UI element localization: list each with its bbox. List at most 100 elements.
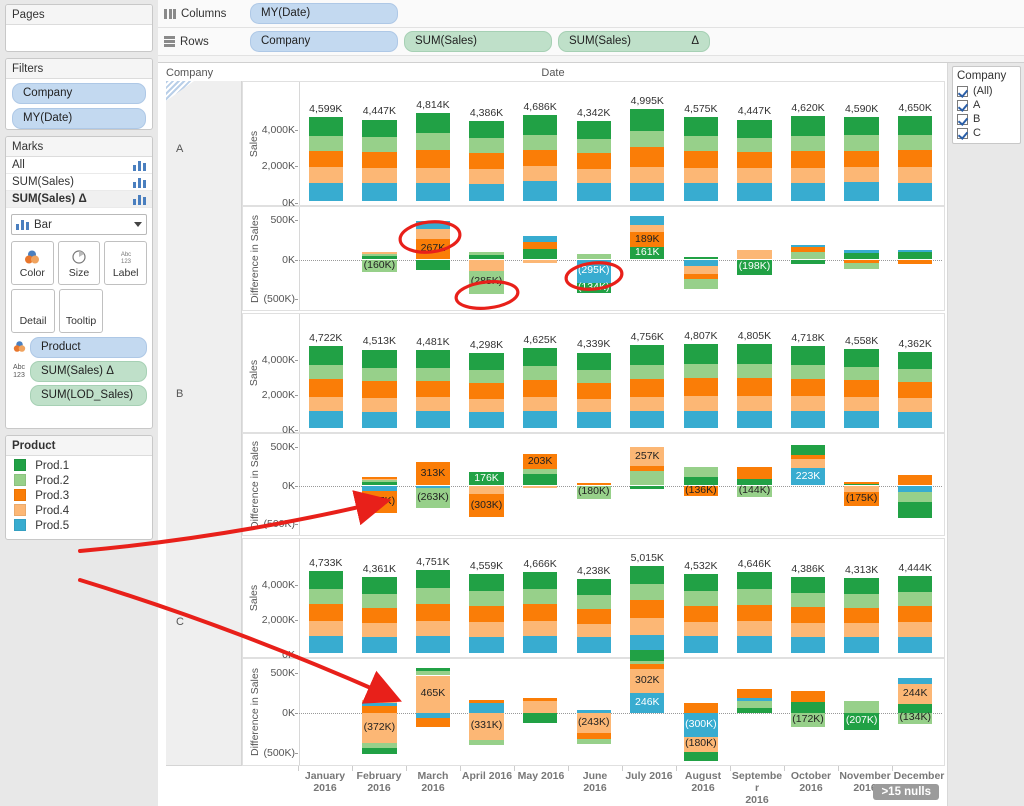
difference-bar-column[interactable]	[299, 207, 353, 310]
marks-pill-lod-sales[interactable]: SUM(LOD_Sales)	[30, 385, 147, 406]
null-indicator-badge[interactable]: >15 nulls	[873, 784, 939, 800]
company-filter-option-b[interactable]: B	[957, 112, 1016, 126]
sales-bar-column[interactable]: 4,807K	[674, 314, 728, 432]
mark-type-dropdown[interactable]: Bar	[11, 214, 147, 235]
size-button[interactable]: Size	[57, 241, 101, 285]
difference-bar-column[interactable]: 203K	[513, 434, 567, 535]
marks-pill-sum-sales[interactable]: SUM(Sales) Δ	[30, 361, 147, 382]
sales-bar-stack[interactable]	[362, 119, 397, 201]
difference-bar-column[interactable]	[513, 207, 567, 310]
sales-bar-stack[interactable]	[630, 109, 665, 201]
sales-bar-stack[interactable]	[362, 349, 397, 428]
x-axis-tick-label[interactable]: August 2016	[676, 770, 730, 794]
difference-bar-column[interactable]	[513, 659, 567, 765]
difference-bar-column[interactable]	[728, 659, 782, 765]
difference-bar-column[interactable]	[299, 659, 353, 765]
difference-bar-column[interactable]: 223K	[781, 434, 835, 535]
difference-bar-column[interactable]	[888, 207, 942, 310]
sales-bar-column[interactable]: 4,362K	[888, 314, 942, 432]
sales-bar-column[interactable]: 4,386K	[460, 82, 514, 205]
pages-body[interactable]	[6, 25, 152, 35]
x-axis-tick-label[interactable]: March 2016	[406, 770, 460, 794]
company-filter-option-a[interactable]: A	[957, 98, 1016, 112]
sales-bar-column[interactable]: 4,532K	[674, 539, 728, 657]
sales-bar-column[interactable]: 4,733K	[299, 539, 353, 657]
checkbox-checked-icon[interactable]	[957, 85, 968, 97]
row-header-b[interactable]: B	[176, 388, 183, 400]
sales-bar-stack[interactable]	[362, 577, 397, 653]
company-filter-option-c[interactable]: C	[957, 126, 1016, 140]
difference-bar-column[interactable]: (144K)	[728, 434, 782, 535]
difference-bar-column[interactable]: 176K (303K)	[460, 434, 514, 535]
legend-item-prod5[interactable]: Prod.5	[12, 518, 146, 533]
color-button[interactable]: Color	[11, 241, 54, 285]
x-axis-tick-label[interactable]: February 2016	[352, 770, 406, 794]
sales-bar-stack[interactable]	[522, 571, 558, 653]
difference-bar-column[interactable]: (136K)	[674, 434, 728, 535]
sales-bar-stack[interactable]	[308, 345, 343, 428]
sales-bar-stack[interactable]	[790, 345, 826, 428]
legend-item-prod3[interactable]: Prod.3	[12, 488, 146, 503]
difference-bar-column[interactable]: (207K)	[835, 659, 889, 765]
difference-bar-column[interactable]: (331K)	[460, 659, 514, 765]
sales-bar-column[interactable]: 4,620K	[781, 82, 835, 205]
sales-bar-column[interactable]: 4,805K	[728, 314, 782, 432]
difference-bar-column[interactable]: (198K)	[728, 207, 782, 310]
legend-item-prod2[interactable]: Prod.2	[12, 473, 146, 488]
sales-bar-column[interactable]: 4,722K	[299, 314, 353, 432]
sales-bar-stack[interactable]	[844, 348, 879, 428]
tooltip-button[interactable]: Tooltip	[59, 289, 103, 333]
difference-bar-column[interactable]: (180K)	[567, 434, 621, 535]
x-axis-tick-label[interactable]: January 2016	[298, 770, 352, 794]
sales-bar-column[interactable]: 4,444K	[888, 539, 942, 657]
sales-bar-column[interactable]: 4,298K	[460, 314, 514, 432]
rows-pill-sum-sales-delta[interactable]: SUM(Sales) Δ	[558, 31, 710, 52]
sales-bar-stack[interactable]	[522, 347, 558, 428]
sales-bar-stack[interactable]	[737, 344, 772, 428]
marks-row-sum-sales-delta[interactable]: SUM(Sales) Δ	[6, 191, 152, 208]
sales-bar-stack[interactable]	[469, 353, 504, 428]
difference-bar-column[interactable]: 465K	[406, 659, 460, 765]
filter-pill-date[interactable]: MY(Date)	[12, 108, 146, 129]
sales-bar-stack[interactable]	[576, 121, 611, 201]
checkbox-checked-icon[interactable]	[957, 127, 968, 139]
sales-bar-stack[interactable]	[844, 116, 879, 201]
sales-bar-stack[interactable]	[737, 572, 772, 653]
sales-bar-column[interactable]: 4,513K	[353, 314, 407, 432]
sales-bar-column[interactable]: 4,575K	[674, 82, 728, 205]
sales-bar-column[interactable]: 4,590K	[835, 82, 889, 205]
sales-bar-stack[interactable]	[898, 575, 933, 653]
sales-bar-stack[interactable]	[576, 352, 611, 428]
sales-bar-column[interactable]: 4,646K	[728, 539, 782, 657]
difference-bar-column[interactable]	[888, 434, 942, 535]
sales-bar-column[interactable]: 4,625K	[513, 314, 567, 432]
sales-bar-stack[interactable]	[737, 119, 772, 201]
legend-item-prod4[interactable]: Prod.4	[12, 503, 146, 518]
sales-bar-column[interactable]: 4,447K	[728, 82, 782, 205]
sales-bar-stack[interactable]	[898, 352, 933, 428]
difference-bar-column[interactable]: (287K)	[353, 434, 407, 535]
sales-bar-column[interactable]: 4,313K	[835, 539, 889, 657]
x-axis-tick-label[interactable]: Septembe r 2016	[730, 770, 784, 806]
sales-bar-column[interactable]: 4,339K	[567, 314, 621, 432]
sales-bar-column[interactable]: 4,599K	[299, 82, 353, 205]
x-axis-tick-label[interactable]: October 2016	[784, 770, 838, 794]
sales-bar-stack[interactable]	[790, 576, 826, 653]
x-axis-tick-label[interactable]: May 2016	[514, 770, 568, 782]
difference-bar-column[interactable]	[674, 207, 728, 310]
sales-bar-stack[interactable]	[898, 115, 933, 201]
rows-shelf[interactable]: Rows Company SUM(Sales) SUM(Sales) Δ	[158, 28, 1024, 56]
filter-pill-company[interactable]: Company	[12, 83, 146, 104]
difference-bar-column[interactable]: 313K (263K)	[406, 434, 460, 535]
sales-bar-stack[interactable]	[415, 350, 451, 428]
sales-bar-stack[interactable]	[683, 344, 718, 428]
difference-bar-column[interactable]	[299, 434, 353, 535]
sales-bar-column[interactable]: 4,447K	[353, 82, 407, 205]
legend-item-prod1[interactable]: Prod.1	[12, 458, 146, 473]
difference-bar-column[interactable]: (372K)	[353, 659, 407, 765]
checkbox-checked-icon[interactable]	[957, 99, 968, 111]
sales-bar-stack[interactable]	[844, 577, 879, 653]
sales-bar-stack[interactable]	[683, 574, 718, 653]
marks-row-all[interactable]: All	[6, 157, 152, 174]
sales-bar-stack[interactable]	[469, 120, 504, 201]
